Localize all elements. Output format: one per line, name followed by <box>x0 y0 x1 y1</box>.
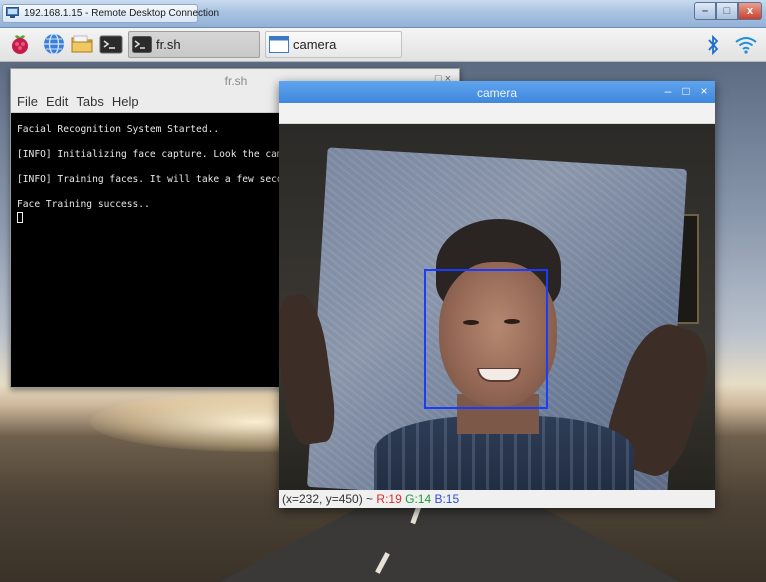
system-tray <box>706 34 720 56</box>
rdp-title-bar: 192.168.1.15 - Remote Desktop Connection… <box>0 0 766 28</box>
bluetooth-icon[interactable] <box>706 35 720 55</box>
wifi-icon[interactable] <box>734 35 758 55</box>
menu-file[interactable]: File <box>17 94 38 109</box>
raspberry-menu-icon[interactable] <box>8 32 32 56</box>
camera-title: camera <box>476 86 517 100</box>
menu-edit[interactable]: Edit <box>46 94 68 109</box>
camera-maximize-button[interactable]: □ <box>681 84 691 98</box>
window-icon <box>269 36 289 53</box>
rdp-window-controls: – □ x <box>694 2 762 20</box>
camera-window: camera – □ × (x=232, y=450) ~ R:19 G:14 … <box>279 81 715 508</box>
rdp-window-title: 192.168.1.15 - Remote Desktop Connection <box>24 8 220 19</box>
pixel-green-value: G:14 <box>405 492 432 506</box>
terminal-cursor <box>17 212 23 223</box>
system-tray-wifi <box>734 34 758 56</box>
terminal-launcher-icon[interactable] <box>99 32 123 56</box>
camera-feed[interactable] <box>279 124 715 490</box>
rdp-minimize-button[interactable]: – <box>694 2 716 20</box>
taskbar-item-label: fr.sh <box>156 37 181 52</box>
pixel-blue-value: B:15 <box>434 492 460 506</box>
camera-close-button[interactable]: × <box>699 84 709 98</box>
taskbar-panel: fr.sh camera <box>0 28 766 62</box>
pixel-coordinates: (x=232, y=450) ~ <box>282 492 374 506</box>
taskbar-item-fr-sh[interactable]: fr.sh <box>128 31 260 58</box>
rdp-maximize-button[interactable]: □ <box>716 2 738 20</box>
camera-window-controls: – □ × <box>663 84 709 98</box>
face-detection-box <box>424 269 548 409</box>
taskbar-item-camera[interactable]: camera <box>265 31 402 58</box>
camera-minimize-button[interactable]: – <box>663 84 673 98</box>
terminal-icon <box>132 36 152 53</box>
remote-desktop-icon <box>6 7 19 18</box>
menu-tabs[interactable]: Tabs <box>76 94 103 109</box>
pixel-red-value: R:19 <box>376 492 402 506</box>
web-browser-icon[interactable] <box>42 32 66 56</box>
camera-status-bar: (x=232, y=450) ~ R:19 G:14 B:15 <box>279 490 715 508</box>
camera-toolbar <box>279 103 715 124</box>
rdp-close-button[interactable]: x <box>738 2 762 20</box>
menu-help[interactable]: Help <box>112 94 139 109</box>
taskbar-item-label: camera <box>293 37 337 52</box>
camera-title-bar[interactable]: camera – □ × <box>279 81 715 103</box>
file-manager-icon[interactable] <box>70 32 94 56</box>
